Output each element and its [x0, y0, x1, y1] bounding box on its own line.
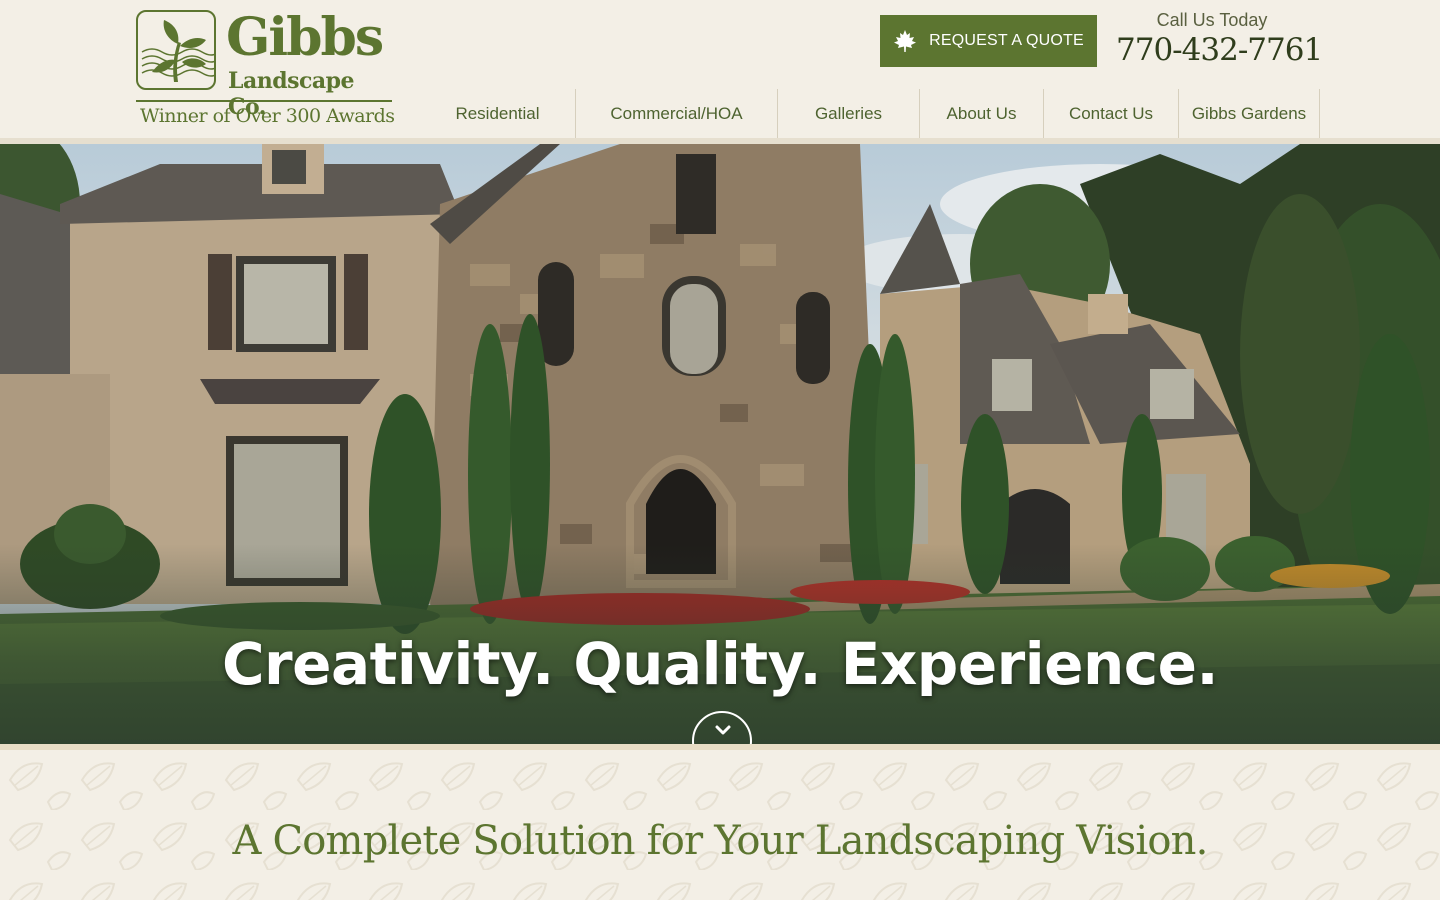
- chevron-down-icon: [715, 725, 731, 735]
- logo-divider: [136, 100, 392, 102]
- nav-item-galleries[interactable]: Galleries: [778, 89, 920, 139]
- intro-section: A Complete Solution for Your Landscaping…: [0, 750, 1440, 900]
- section-title: A Complete Solution for Your Landscaping…: [232, 818, 1208, 864]
- hero-banner: Creativity. Quality. Experience.: [0, 144, 1440, 744]
- logo-emblem-icon: [136, 10, 219, 90]
- request-quote-label: REQUEST A QUOTE: [929, 32, 1084, 49]
- call-us-label: Call Us Today: [1156, 10, 1268, 30]
- site-logo[interactable]: Gibbs Landscape Co. Winner of Over 300 A…: [136, 7, 396, 132]
- main-nav: Residential Commercial/HOA Galleries Abo…: [420, 89, 1320, 139]
- phone-number-link[interactable]: 770-432-7761: [1116, 32, 1323, 68]
- hero-headline: Creativity. Quality. Experience.: [221, 630, 1219, 698]
- request-quote-button[interactable]: REQUEST A QUOTE: [880, 15, 1097, 67]
- logo-tagline: Winner of Over 300 Awards: [140, 105, 395, 127]
- maple-leaf-icon: [893, 29, 917, 53]
- nav-item-residential[interactable]: Residential: [420, 89, 576, 139]
- nav-item-contact-us[interactable]: Contact Us: [1044, 89, 1179, 139]
- nav-item-about-us[interactable]: About Us: [920, 89, 1044, 139]
- nav-item-commercial-hoa[interactable]: Commercial/HOA: [576, 89, 778, 139]
- nav-item-gibbs-gardens[interactable]: Gibbs Gardens: [1179, 89, 1320, 139]
- site-header: Gibbs Landscape Co. Winner of Over 300 A…: [0, 0, 1440, 140]
- logo-name: Gibbs: [226, 7, 384, 68]
